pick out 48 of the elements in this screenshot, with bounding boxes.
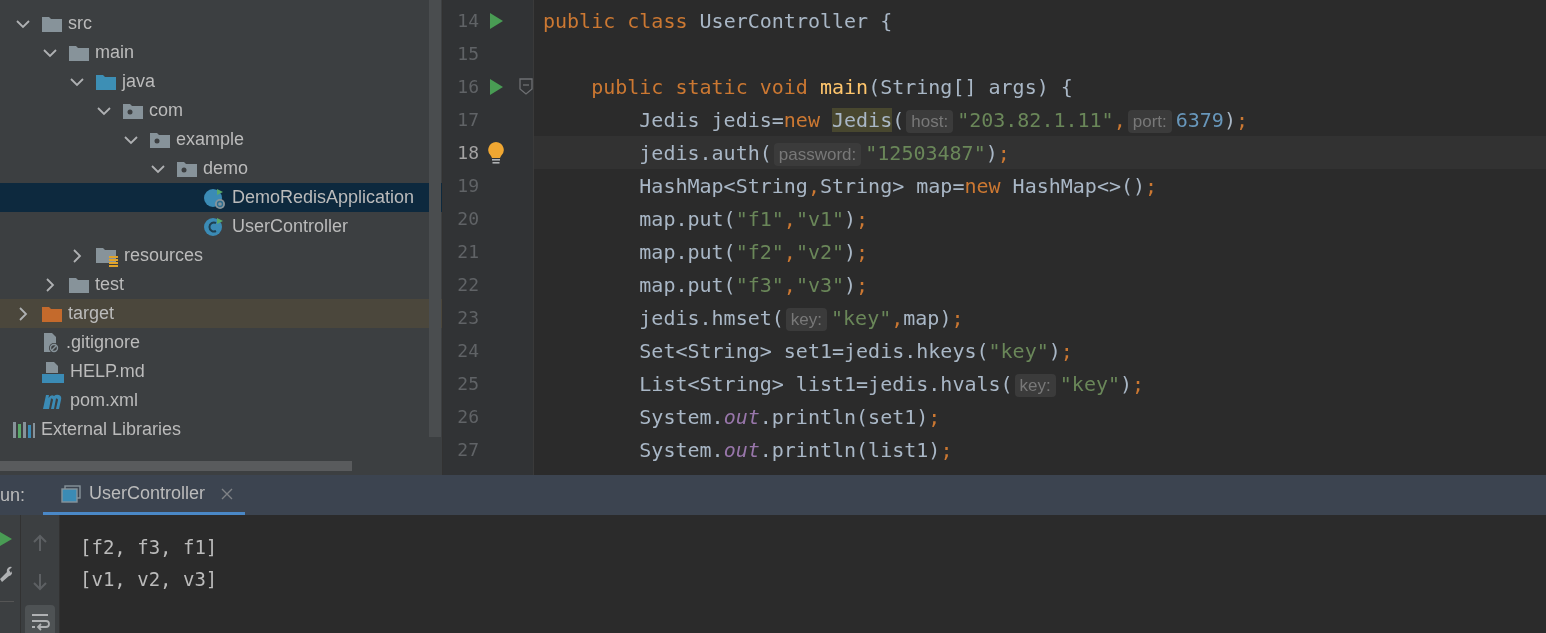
tree-item[interactable]: java: [0, 67, 430, 96]
libraries-icon: [12, 419, 36, 440]
code-line: map.put("f1","v1");: [638, 206, 869, 231]
tree-item[interactable]: .gitignore: [0, 328, 430, 357]
close-icon[interactable]: [221, 487, 234, 500]
tree-item[interactable]: test: [0, 270, 430, 299]
run-icon[interactable]: [0, 531, 12, 547]
run-icon[interactable]: [489, 78, 503, 95]
tree-item[interactable]: resources: [0, 241, 430, 270]
scrollbar-thumb[interactable]: [429, 0, 441, 437]
code-line: jedis.hmset( key: "key",map);: [638, 305, 964, 330]
file-icon: [41, 331, 61, 354]
toolbar-button[interactable]: [25, 605, 55, 633]
arrow-down-icon: [30, 571, 50, 592]
console-output: [f2, f3, f1]: [80, 535, 219, 560]
tree-item[interactable]: demo: [0, 154, 430, 183]
scrollbar-thumb[interactable]: [0, 461, 352, 471]
console-output: [v1, v2, v3]: [80, 567, 219, 592]
run-icon[interactable]: [489, 12, 503, 29]
markdown-file-icon: [41, 360, 65, 383]
code-line: map.put("f3","v3");: [638, 272, 869, 297]
run-tab[interactable]: UserController: [43, 475, 246, 515]
fold-icon[interactable]: [519, 78, 533, 95]
tree-item[interactable]: DemoRedisApplication: [0, 183, 442, 212]
tree-item[interactable]: com: [0, 96, 430, 125]
tree-item[interactable]: pom.xml: [0, 386, 430, 415]
line-number: 18: [456, 142, 479, 163]
code-line: map.put("f2","v2");: [638, 239, 869, 264]
code-line: List<String> list1=jedis.hvals( key: "key");: [638, 371, 1145, 396]
code-line: HashMap<String,String> map=new HashMap<>();: [638, 173, 1158, 198]
code-line: Jedis jedis=new Jedis( host: "203.82.1.11", port: 6379);: [638, 107, 1248, 132]
tree-item[interactable]: External Libraries: [0, 415, 430, 444]
code-line: public static void main(String[] args) {: [590, 74, 1073, 99]
tree-item[interactable]: target: [0, 299, 442, 328]
wrench-icon[interactable]: [0, 565, 12, 583]
tree-item[interactable]: src: [0, 9, 430, 38]
code-line: System.out.println(set1);: [638, 404, 941, 429]
code-line: System.out.println(list1);: [638, 437, 953, 462]
code-line: Set<String> set1=jedis.hkeys("key");: [638, 338, 1073, 363]
tree-item[interactable]: UserController: [0, 212, 430, 241]
tree-item[interactable]: main: [0, 38, 430, 67]
console-icon: [61, 484, 82, 503]
lightbulb-icon[interactable]: [487, 140, 505, 165]
code-line: public class UserController {: [543, 8, 893, 33]
tree-item[interactable]: example: [0, 125, 430, 154]
panel-label: un:: [0, 484, 26, 506]
code-line: jedis.auth( password: "12503487");: [638, 140, 1010, 165]
tree-item[interactable]: HELP.md: [0, 357, 430, 386]
